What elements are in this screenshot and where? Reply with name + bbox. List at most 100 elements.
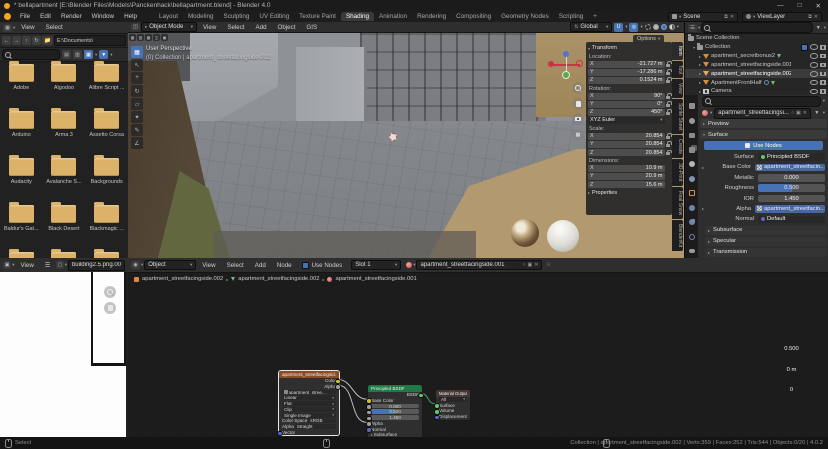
view-layer-selector[interactable]: ▾ ViewLayer ⧉ ✕ xyxy=(742,12,822,22)
shader-menu-node[interactable]: Node xyxy=(272,262,297,269)
expand-icon[interactable]: ▸ xyxy=(699,54,701,59)
tab-modifiers[interactable] xyxy=(685,201,698,216)
viewport-canvas[interactable]: User Perspective (0) Collection | apartm… xyxy=(128,33,684,258)
fake-user-icon[interactable]: ○ xyxy=(523,262,526,268)
expand-icon[interactable]: ▸ xyxy=(699,80,701,85)
mode-dropdown[interactable]: ▸Object Mode▾ xyxy=(141,22,197,32)
viewport-menu-gis[interactable]: GIS xyxy=(301,24,322,31)
material-specials-button[interactable]: ▼ xyxy=(813,109,821,118)
material-slot-dropdown[interactable]: Slot 1▾ xyxy=(351,260,401,270)
outliner-row-object-selected[interactable]: ▸ apartment_streetfacingside.002 xyxy=(685,69,828,78)
tool-cursor[interactable]: ↖ xyxy=(131,59,143,71)
folder-item[interactable]: Baldur's Gat... xyxy=(0,205,43,252)
tab-world[interactable] xyxy=(685,172,698,187)
lock-icon[interactable] xyxy=(666,80,670,83)
gizmo-x-handle-ring[interactable] xyxy=(576,60,583,67)
ior-slider[interactable]: 1.450 xyxy=(758,195,825,203)
scale-y-field[interactable]: Y20.854 xyxy=(588,141,665,148)
tool-move[interactable]: + xyxy=(131,72,143,84)
tab-scripting[interactable]: Scripting xyxy=(554,12,589,21)
tab-sculpting[interactable]: Sculpting xyxy=(219,12,255,21)
folder-item[interactable]: Algodoo xyxy=(43,64,86,111)
outliner-row-object[interactable]: ▸ ApartmentFrontHalf xyxy=(685,78,828,87)
disable-render-icon[interactable] xyxy=(820,72,826,77)
shading-wireframe-button[interactable] xyxy=(645,24,651,30)
properties-search-input[interactable] xyxy=(702,96,821,107)
scale-x-field[interactable]: X20.854 xyxy=(588,133,665,140)
minimize-button[interactable]: — xyxy=(770,2,791,9)
location-y-field[interactable]: Y-17.286 m xyxy=(588,69,665,76)
shader-type-dropdown[interactable]: Object▾ xyxy=(144,260,196,270)
outliner-filter-button[interactable]: ▼ xyxy=(814,23,823,32)
toggle-icon[interactable]: ▣ xyxy=(161,34,168,41)
shading-solid-button[interactable] xyxy=(653,24,659,30)
tool-annotate[interactable]: ✎ xyxy=(131,124,143,136)
maximize-button[interactable]: □ xyxy=(791,2,809,9)
metallic-socket[interactable] xyxy=(366,404,372,410)
outliner-editor-type-icon[interactable]: ☰ xyxy=(688,24,697,32)
shader-menu-select[interactable]: Select xyxy=(222,262,249,269)
principled-bsdf-node[interactable]: Principled BSDF BSDF Base Color 0.000 xyxy=(367,384,423,437)
tab-physics[interactable] xyxy=(685,230,698,245)
outliner-row-scene-collection[interactable]: Scene Collection xyxy=(685,34,828,43)
sidebar-tab-3d-print[interactable]: 3D-Print xyxy=(672,159,683,185)
sidebar-tab-real-snow[interactable]: Real Snow xyxy=(672,187,683,219)
file-path-field[interactable]: E:\Documents\ xyxy=(54,35,126,46)
file-browser-menu-select[interactable]: Select xyxy=(41,24,68,31)
viewport-ortho-toggle[interactable]: ▦ xyxy=(572,129,584,141)
ior-socket[interactable] xyxy=(366,416,372,422)
folder-item[interactable]: Avalanche S... xyxy=(43,158,86,205)
lock-icon[interactable] xyxy=(666,144,670,147)
folder-item[interactable]: Alibre Script ... xyxy=(85,64,128,111)
image-editor-hamburger-icon[interactable]: ☰ xyxy=(40,262,56,269)
tab-output[interactable] xyxy=(685,128,698,143)
display-list-vertical-button[interactable]: ▤ xyxy=(62,50,71,59)
scene-sphere-metallic[interactable] xyxy=(511,219,539,247)
roughness-slider[interactable]: 0.500 xyxy=(371,409,419,414)
folder-item[interactable]: Audacity xyxy=(0,158,43,205)
lock-icon[interactable] xyxy=(666,72,670,75)
roughness-socket[interactable] xyxy=(366,410,372,416)
material-output-node[interactable]: Material Output All▾ Surface Volume Disp… xyxy=(435,389,471,421)
color-socket[interactable] xyxy=(335,379,341,385)
target-dropdown[interactable]: All▾ xyxy=(439,397,467,402)
source-dropdown[interactable]: Single Image▾ xyxy=(282,413,336,418)
alpha-mode-dropdown[interactable]: Straight xyxy=(295,424,336,429)
collection-exclude-checkbox[interactable] xyxy=(801,44,808,51)
hide-viewport-icon[interactable] xyxy=(810,44,818,50)
roughness-slider[interactable]: 0.500 xyxy=(758,184,825,192)
tab-uv-editing[interactable]: UV Editing xyxy=(254,12,294,21)
tool-rotate[interactable]: ↻ xyxy=(131,85,143,97)
sidebar-tab-item[interactable]: Item xyxy=(672,42,683,60)
tab-compositing[interactable]: Compositing xyxy=(451,12,496,21)
use-nodes-button[interactable]: Use Nodes xyxy=(704,141,823,150)
metallic-slider[interactable]: 0.000 xyxy=(371,404,419,409)
disable-render-icon[interactable] xyxy=(820,63,826,68)
nav-forward-button[interactable]: → xyxy=(12,36,21,45)
tab-texture-paint[interactable]: Texture Paint xyxy=(294,12,341,21)
sidebar-tab-blenderkit[interactable]: BlenderKit xyxy=(672,220,683,251)
unlink-scene-icon[interactable]: ✕ xyxy=(730,14,734,20)
gizmo-x-handle[interactable] xyxy=(548,61,554,67)
image-name-field[interactable]: building2.5.png.00 xyxy=(68,260,125,271)
surface-socket[interactable] xyxy=(434,403,440,409)
menu-file[interactable]: File xyxy=(15,13,35,20)
blender-menu-icon[interactable] xyxy=(4,13,11,20)
lock-icon[interactable] xyxy=(666,136,670,139)
copy-material-icon[interactable]: ▣ xyxy=(528,262,533,268)
folder-item[interactable]: Black Desert xyxy=(43,205,86,252)
display-thumbnails-button[interactable]: ▦ xyxy=(84,50,93,59)
tool-select-box[interactable]: ▦ xyxy=(131,46,143,58)
sidebar-tab-tool[interactable]: Tool xyxy=(672,61,683,78)
alpha-socket[interactable] xyxy=(335,384,341,390)
display-list-horizontal-button[interactable]: ▥ xyxy=(73,50,82,59)
menu-window[interactable]: Window xyxy=(87,13,119,20)
image-editor-type-icon[interactable]: ▣ xyxy=(3,261,11,269)
new-view-layer-icon[interactable]: ⧉ xyxy=(808,14,812,20)
tab-geometry-nodes[interactable]: Geometry Nodes xyxy=(496,12,554,21)
image-editor-menu-view[interactable]: View xyxy=(16,262,39,269)
tab-scene[interactable] xyxy=(685,157,698,172)
viewport-editor-type-icon[interactable]: ◫ xyxy=(131,23,140,31)
expand-icon[interactable]: ▸ xyxy=(702,206,704,211)
disable-render-icon[interactable] xyxy=(820,54,826,59)
